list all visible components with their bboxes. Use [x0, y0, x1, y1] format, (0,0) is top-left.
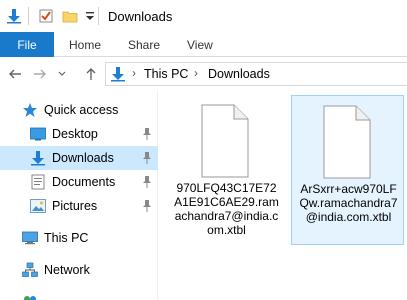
- sidebar-item-quick-access[interactable]: Quick access: [0, 98, 158, 122]
- homegroup-icon: [22, 294, 38, 300]
- sidebar-item-label: Network: [44, 263, 90, 277]
- pin-icon[interactable]: [141, 151, 153, 165]
- download-arrow-icon: [30, 150, 46, 166]
- sidebar-item-label: Pictures: [52, 199, 98, 213]
- sidebar-item-documents[interactable]: Documents: [0, 170, 158, 194]
- title-divider: [98, 7, 99, 25]
- navigation-pane: Quick access Desktop Downloads Documents: [0, 90, 158, 300]
- tab-share[interactable]: Share: [128, 32, 160, 57]
- sidebar-item-label: Documents: [52, 175, 116, 189]
- forward-arrow-icon[interactable]: [31, 65, 49, 83]
- recent-locations-chevron-icon[interactable]: [53, 65, 71, 83]
- properties-check-icon[interactable]: [38, 8, 54, 24]
- breadcrumb-downloads[interactable]: Downloads: [208, 67, 270, 81]
- new-folder-icon[interactable]: [62, 8, 78, 24]
- file-item[interactable]: 970LFQ43C17E72A1E91C6AE29.ramachandra7@i…: [170, 95, 283, 245]
- chevron-right-icon[interactable]: ›: [132, 66, 136, 80]
- sidebar-item-label: Desktop: [52, 127, 98, 141]
- file-item-selected[interactable]: ArSxrr+acw970LFQw.ramachandra7@india.com…: [291, 95, 404, 245]
- customize-dropdown-icon[interactable]: [82, 8, 98, 24]
- up-arrow-icon[interactable]: [82, 65, 100, 83]
- download-arrow-icon[interactable]: [6, 8, 22, 24]
- file-name: 970LFQ43C17E72A1E91C6AE29.ramachandra7@i…: [174, 181, 279, 237]
- sidebar-item-label: This PC: [44, 231, 89, 245]
- sidebar-item-network[interactable]: Network: [0, 258, 158, 282]
- sidebar-item-downloads[interactable]: Downloads: [0, 146, 158, 170]
- ribbon-tabs: File Home Share View: [0, 32, 407, 57]
- file-icon: [316, 104, 376, 180]
- tab-view[interactable]: View: [187, 32, 213, 57]
- address-bar[interactable]: › This PC › Downloads: [105, 62, 407, 86]
- pin-icon[interactable]: [141, 175, 153, 189]
- sidebar-item-label: Quick access: [44, 103, 119, 117]
- download-arrow-icon: [110, 66, 126, 82]
- navigation-bar: › This PC › Downloads: [0, 57, 407, 90]
- desktop-folder-icon: [30, 126, 46, 142]
- window-title: Downloads: [108, 9, 173, 24]
- tab-file[interactable]: File: [0, 32, 54, 57]
- network-icon: [22, 262, 38, 278]
- sidebar-item-label: Downloads: [52, 151, 114, 165]
- file-name: ArSxrr+acw970LFQw.ramachandra7@india.com…: [299, 182, 398, 224]
- pin-icon[interactable]: [141, 199, 153, 213]
- computer-icon: [22, 230, 38, 246]
- file-icon: [194, 103, 254, 179]
- tab-home[interactable]: Home: [69, 32, 101, 57]
- sidebar-item-desktop[interactable]: Desktop: [0, 122, 158, 146]
- title-bar: Downloads: [0, 0, 407, 32]
- toolbar-divider: [28, 7, 29, 25]
- pictures-icon: [30, 198, 46, 214]
- sidebar-item-partial[interactable]: [0, 290, 158, 300]
- breadcrumb-this-pc[interactable]: This PC: [144, 67, 188, 81]
- chevron-right-icon[interactable]: ›: [194, 66, 198, 80]
- sidebar-item-pictures[interactable]: Pictures: [0, 194, 158, 218]
- back-arrow-icon[interactable]: [6, 65, 24, 83]
- star-icon: [22, 102, 38, 118]
- documents-icon: [30, 174, 46, 190]
- sidebar-item-this-pc[interactable]: This PC: [0, 226, 158, 250]
- pin-icon[interactable]: [141, 127, 153, 141]
- file-list: 970LFQ43C17E72A1E91C6AE29.ramachandra7@i…: [160, 90, 407, 300]
